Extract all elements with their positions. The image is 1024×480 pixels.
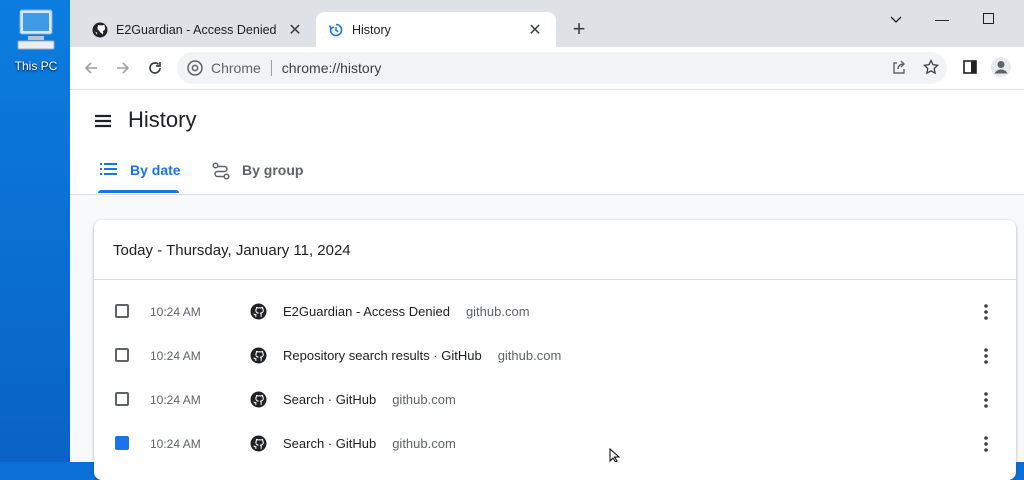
close-icon[interactable]: ✕ [286,20,304,40]
day-header: Today - Thursday, January 11, 2024 [94,220,1016,280]
chrome-label: Chrome [211,60,261,76]
entry-title-link[interactable]: Search · GitHub github.com [283,392,456,407]
github-icon [250,347,267,364]
bookmark-star-icon[interactable] [918,53,944,81]
history-entry[interactable]: 10:24 AM Search · GitHub github.com [94,378,1016,422]
entry-time: 10:24 AM [150,437,201,451]
chrome-icon [187,60,203,76]
side-panel-icon[interactable] [957,53,983,81]
desktop: This PC [0,0,70,462]
entry-title-link[interactable]: Search · GitHub github.com [283,436,456,451]
entry-title-link[interactable]: E2Guardian - Access Denied github.com [283,304,530,319]
reload-icon[interactable] [142,55,168,81]
tab-title: E2Guardian - Access Denied [116,22,277,37]
page-title: History [128,107,197,132]
github-icon [250,303,267,320]
entry-title[interactable]: Search · GitHub [283,392,376,407]
github-icon [250,435,267,452]
more-vert-icon[interactable] [978,390,994,410]
entry-checkbox[interactable] [115,304,129,318]
computer-icon [17,9,55,50]
history-icon [328,22,344,38]
tab-by-date-label: By date [130,162,181,178]
list-icon [100,162,120,178]
tab-e2guardian[interactable]: E2Guardian - Access Denied ✕ [80,12,316,47]
more-vert-icon[interactable] [978,434,994,454]
active-tab-indicator [98,190,179,193]
this-pc-label: This PC [14,59,58,73]
tab-search-chevron-icon[interactable] [876,8,916,30]
entry-time: 10:24 AM [150,305,201,319]
profile-avatar-icon[interactable] [988,53,1014,81]
tab-title: History [352,22,391,37]
tab-by-group-label: By group [242,162,304,178]
tab-by-date[interactable]: By date [100,162,181,178]
mouse-cursor-icon [609,447,621,463]
entry-time: 10:24 AM [150,393,201,407]
back-arrow-icon[interactable] [78,55,104,81]
entry-domain: github.com [392,436,456,451]
more-vert-icon[interactable] [978,302,994,322]
github-icon [250,391,267,408]
entry-checkbox[interactable] [115,392,129,406]
history-header: History By date By group [70,90,1024,195]
url-text[interactable]: chrome://history [282,60,382,76]
entry-title[interactable]: Repository search results · GitHub [283,348,482,363]
entry-domain: github.com [392,392,456,407]
entry-time: 10:24 AM [150,349,201,363]
share-icon[interactable] [886,53,912,81]
history-day-card: Today - Thursday, January 11, 2024 10:24… [94,220,1016,480]
day-header-text: Today - Thursday, January 11, 2024 [113,242,351,259]
history-page: History By date By group Today - Thursda… [70,90,1024,480]
entry-title-link[interactable]: Repository search results · GitHub github… [283,348,561,363]
tab-strip: E2Guardian - Access Denied ✕ History ✕ +… [70,0,1024,47]
more-vert-icon[interactable] [978,346,994,366]
toolbar: Chrome chrome://history [70,47,1024,90]
entry-domain: github.com [497,348,562,363]
tab-history[interactable]: History ✕ [316,12,556,47]
entry-checkbox[interactable] [115,348,129,362]
entry-title[interactable]: E2Guardian - Access Denied [283,304,450,319]
maximize-button[interactable] [968,8,1008,30]
github-icon [92,22,108,38]
history-entry[interactable]: 10:24 AM Search · GitHub github.com [94,422,1016,466]
history-entry[interactable]: 10:24 AM Repository search results · Git… [94,334,1016,378]
history-entry[interactable]: 10:24 AM E2Guardian - Access Denied githu… [94,290,1016,334]
minimize-button[interactable]: — [922,8,962,30]
address-bar[interactable]: Chrome chrome://history [177,52,947,84]
close-icon[interactable]: ✕ [526,20,544,40]
entry-checkbox[interactable] [115,436,129,450]
entry-domain: github.com [465,304,530,319]
journeys-icon [212,162,232,180]
entry-title[interactable]: Search · GitHub [283,436,376,451]
forward-arrow-icon[interactable] [110,55,136,81]
this-pc-shortcut[interactable]: This PC [8,8,64,73]
new-tab-button[interactable]: + [567,18,591,42]
hamburger-menu-icon[interactable] [92,110,114,132]
browser-window: E2Guardian - Access Denied ✕ History ✕ +… [70,0,1024,480]
omnibox-divider [270,60,272,76]
tab-by-group[interactable]: By group [212,162,304,180]
